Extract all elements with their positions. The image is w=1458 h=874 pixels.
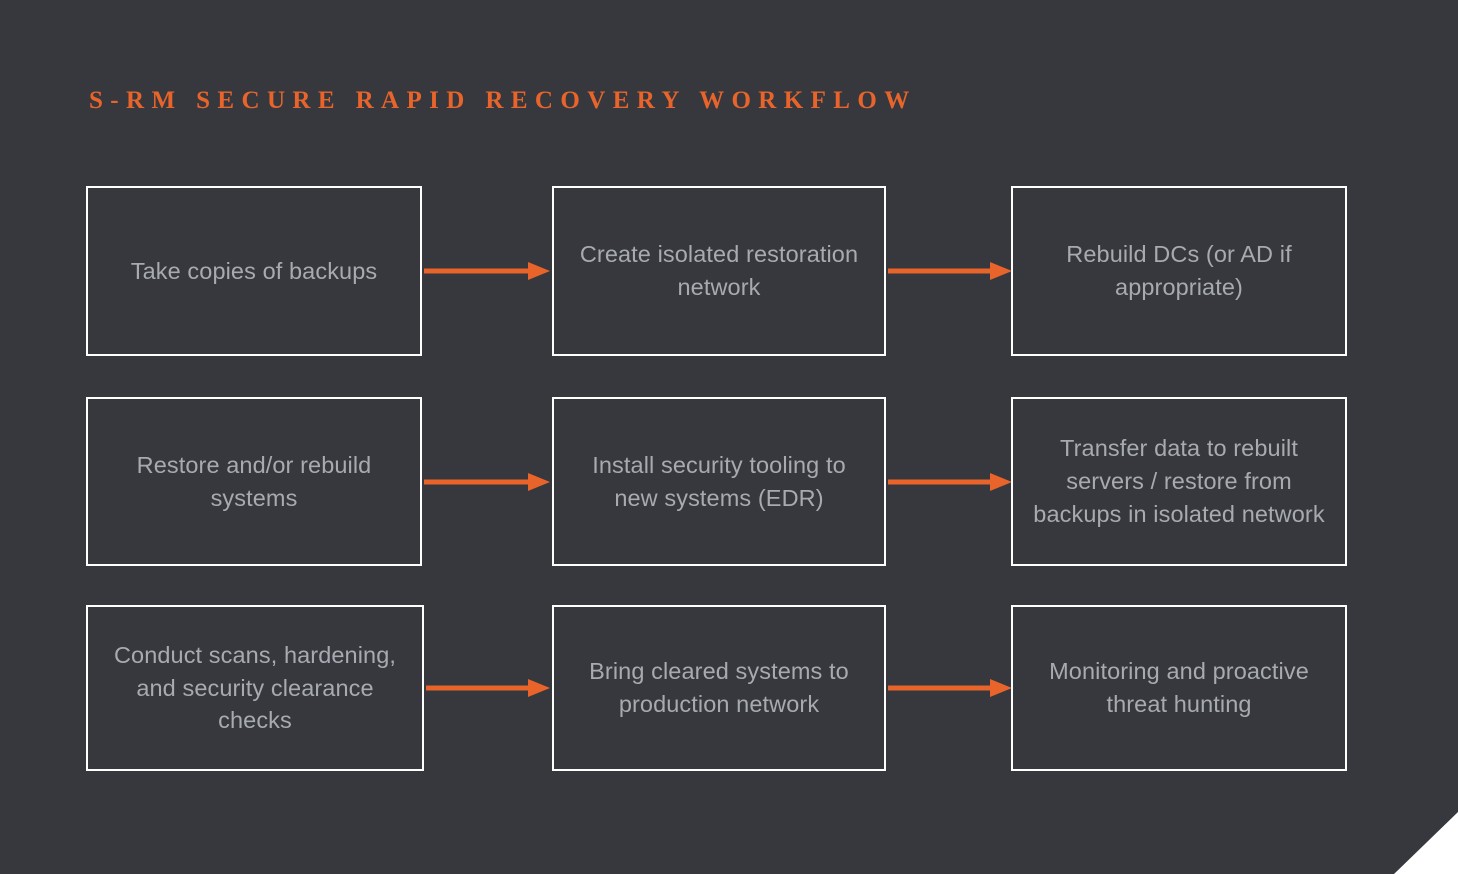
flow-box-label: Transfer data to rebuilt servers / resto… — [1033, 435, 1325, 527]
flow-box-label: Take copies of backups — [130, 257, 378, 284]
flow-box-label: Bring cleared systems to production netw… — [589, 658, 849, 717]
flow-arrow-row2-2 — [888, 469, 1012, 495]
workflow-row-1: Take copies of backups Create isolated r… — [0, 186, 1458, 356]
flow-box-restore-rebuild-systems[interactable]: Restore and/or rebuild systems — [86, 397, 422, 566]
flow-arrow-row1-2 — [888, 258, 1012, 284]
flow-arrow-row3-1 — [426, 675, 550, 701]
flow-arrow-row1-1 — [424, 258, 550, 284]
flow-box-conduct-scans-hardening[interactable]: Conduct scans, hardening, and security c… — [86, 605, 424, 771]
flow-box-label: Conduct scans, hardening, and security c… — [113, 641, 397, 734]
flow-box-transfer-data-to-rebuilt-servers[interactable]: Transfer data to rebuilt servers / resto… — [1011, 397, 1347, 566]
flow-box-take-copies-of-backups[interactable]: Take copies of backups — [86, 186, 422, 356]
flow-arrow-row2-1 — [424, 469, 550, 495]
flow-box-label: Monitoring and proactive threat hunting — [1049, 658, 1309, 717]
flow-arrow-row3-2 — [888, 675, 1012, 701]
flow-box-monitoring-threat-hunting[interactable]: Monitoring and proactive threat hunting — [1011, 605, 1347, 771]
workflow-diagram: Take copies of backups Create isolated r… — [0, 0, 1458, 874]
workflow-row-3: Conduct scans, hardening, and security c… — [0, 605, 1458, 771]
flow-box-label: Rebuild DCs (or AD if appropriate) — [1066, 241, 1292, 300]
flow-box-label: Restore and/or rebuild systems — [136, 451, 372, 511]
flow-box-rebuild-dcs[interactable]: Rebuild DCs (or AD if appropriate) — [1011, 186, 1347, 356]
slide-canvas: S-RM SECURE RAPID RECOVERY WORKFLOW Take… — [0, 0, 1458, 874]
workflow-row-2: Restore and/or rebuild systems Install s… — [0, 397, 1458, 566]
flow-box-create-isolated-restoration-network[interactable]: Create isolated restoration network — [552, 186, 886, 356]
flow-box-bring-cleared-systems-to-production[interactable]: Bring cleared systems to production netw… — [552, 605, 886, 771]
flow-box-install-security-tooling[interactable]: Install security tooling to new systems … — [552, 397, 886, 566]
flow-box-label: Create isolated restoration network — [579, 241, 859, 300]
flow-box-label: Install security tooling to new systems … — [592, 451, 846, 511]
